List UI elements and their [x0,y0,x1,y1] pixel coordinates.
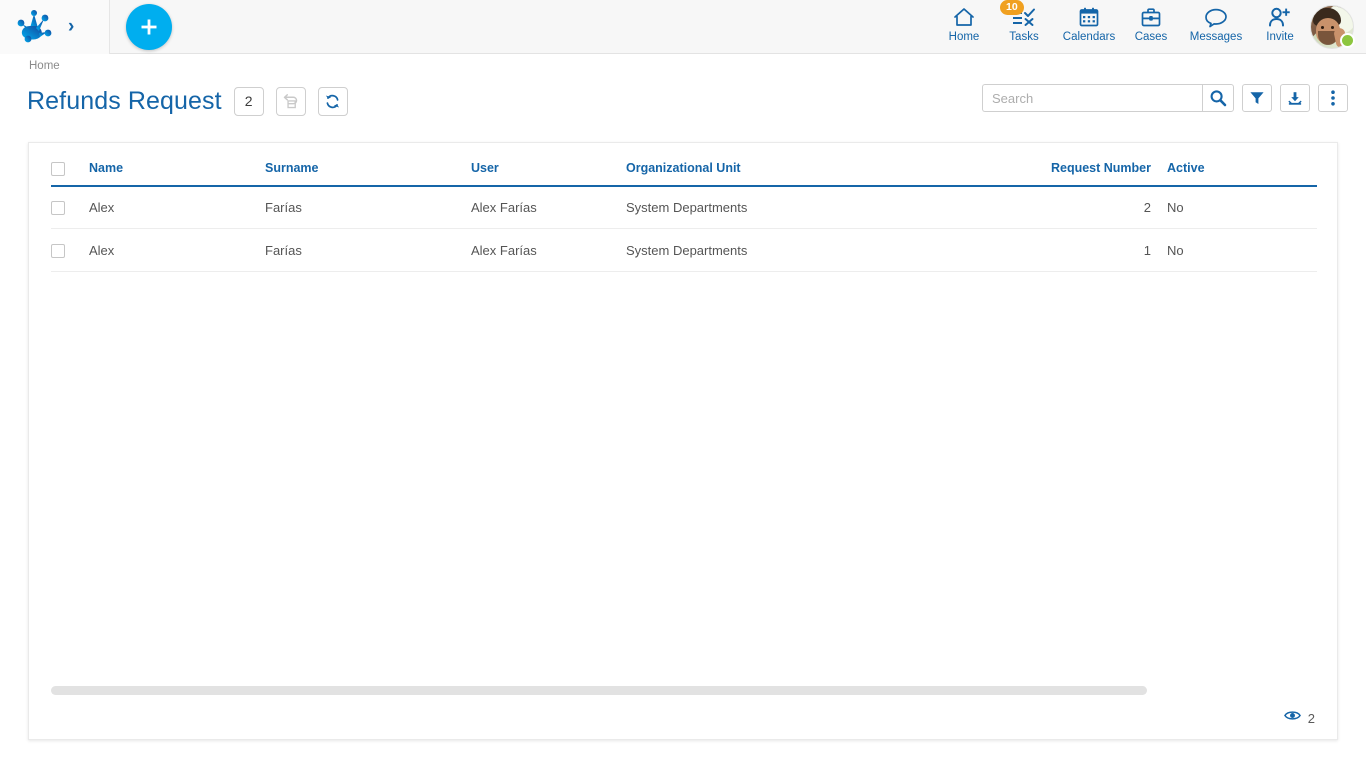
cell-request-number: 2 [1031,186,1151,229]
nav-label-cases: Cases [1135,31,1168,43]
tasks-badge: 10 [1000,0,1024,15]
search-button[interactable] [1202,84,1234,112]
sidebar-expand-chevron-icon[interactable]: › [68,17,74,36]
select-all-header [51,155,89,186]
list-toolbar [982,84,1348,112]
search-group [982,84,1234,112]
add-new-zone [110,4,188,50]
nav-label-home: Home [949,31,980,43]
views-count: 2 [1308,711,1315,726]
cell-org-unit: System Departments [626,229,1031,272]
page-title: Refunds Request [27,87,222,116]
chat-bubble-icon [1203,4,1229,30]
home-icon [952,4,976,30]
nav-label-invite: Invite [1266,31,1294,43]
table-body: Alex Farías Alex Farías System Departmen… [51,186,1317,272]
column-header-request-number[interactable]: Request Number [1031,155,1151,186]
table-header: Name Surname User Organizational Unit Re… [51,155,1317,186]
app-logo[interactable] [14,8,56,46]
top-navigation-bar: › Home 10 [0,0,1366,54]
cell-user: Alex Farías [471,186,626,229]
nav-item-calendars[interactable]: Calendars [1054,0,1124,43]
nav-item-cases[interactable]: Cases [1124,0,1178,43]
download-button[interactable] [1280,84,1310,112]
refresh-icon [324,93,341,110]
nav-label-tasks: Tasks [1009,31,1038,43]
status-online-indicator [1340,33,1355,48]
eye-icon [1284,709,1301,727]
briefcase-icon [1139,4,1163,30]
row-select-cell [51,186,89,229]
column-header-surname[interactable]: Surname [265,155,471,186]
nav-item-messages[interactable]: Messages [1178,0,1254,43]
undo-button[interactable] [276,87,306,116]
avatar[interactable] [1306,0,1358,54]
select-all-checkbox[interactable] [51,162,65,176]
table-row[interactable]: Alex Farías Alex Farías System Departmen… [51,229,1317,272]
cell-request-number: 1 [1031,229,1151,272]
column-header-active[interactable]: Active [1151,155,1317,186]
more-options-button[interactable] [1318,84,1348,112]
nav-item-invite[interactable]: Invite [1254,0,1306,43]
cell-active: No [1151,229,1317,272]
column-header-user[interactable]: User [471,155,626,186]
refresh-button[interactable] [318,87,348,116]
table-row[interactable]: Alex Farías Alex Farías System Departmen… [51,186,1317,229]
record-count-badge: 2 [234,87,264,116]
nav-label-messages: Messages [1190,31,1242,43]
cell-active: No [1151,186,1317,229]
column-header-org-unit[interactable]: Organizational Unit [626,155,1031,186]
cell-surname: Farías [265,229,471,272]
undo-arrow-icon [282,93,299,110]
breadcrumb[interactable]: Home [29,60,60,72]
add-new-button[interactable] [126,4,172,50]
card-footer: 2 [1284,709,1315,727]
cell-org-unit: System Departments [626,186,1031,229]
filter-button[interactable] [1242,84,1272,112]
cell-user: Alex Farías [471,229,626,272]
records-table: Name Surname User Organizational Unit Re… [51,155,1317,272]
cell-name: Alex [89,186,265,229]
table-header-row: Name Surname User Organizational Unit Re… [51,155,1317,186]
horizontal-scrollbar-thumb[interactable] [51,686,1147,695]
plus-icon [139,17,159,37]
user-plus-icon [1267,4,1293,30]
topbar-nav-items: Home 10 Tasks [934,0,1366,54]
column-header-name[interactable]: Name [89,155,265,186]
nav-item-home[interactable]: Home [934,0,994,43]
cell-surname: Farías [265,186,471,229]
kebab-menu-icon [1330,89,1336,107]
calendar-icon [1077,4,1101,30]
logo-zone: › [0,0,110,54]
nav-item-tasks[interactable]: 10 Tasks [994,0,1054,43]
row-select-cell [51,229,89,272]
search-icon [1209,89,1227,107]
horizontal-scrollbar[interactable] [51,686,1317,695]
search-input[interactable] [982,84,1202,112]
download-icon [1287,90,1303,107]
cell-name: Alex [89,229,265,272]
funnel-filter-icon [1249,90,1265,106]
records-grid: Name Surname User Organizational Unit Re… [51,155,1317,272]
row-checkbox[interactable] [51,201,65,215]
nav-label-calendars: Calendars [1063,31,1115,43]
row-checkbox[interactable] [51,244,65,258]
records-card: Name Surname User Organizational Unit Re… [28,142,1338,740]
